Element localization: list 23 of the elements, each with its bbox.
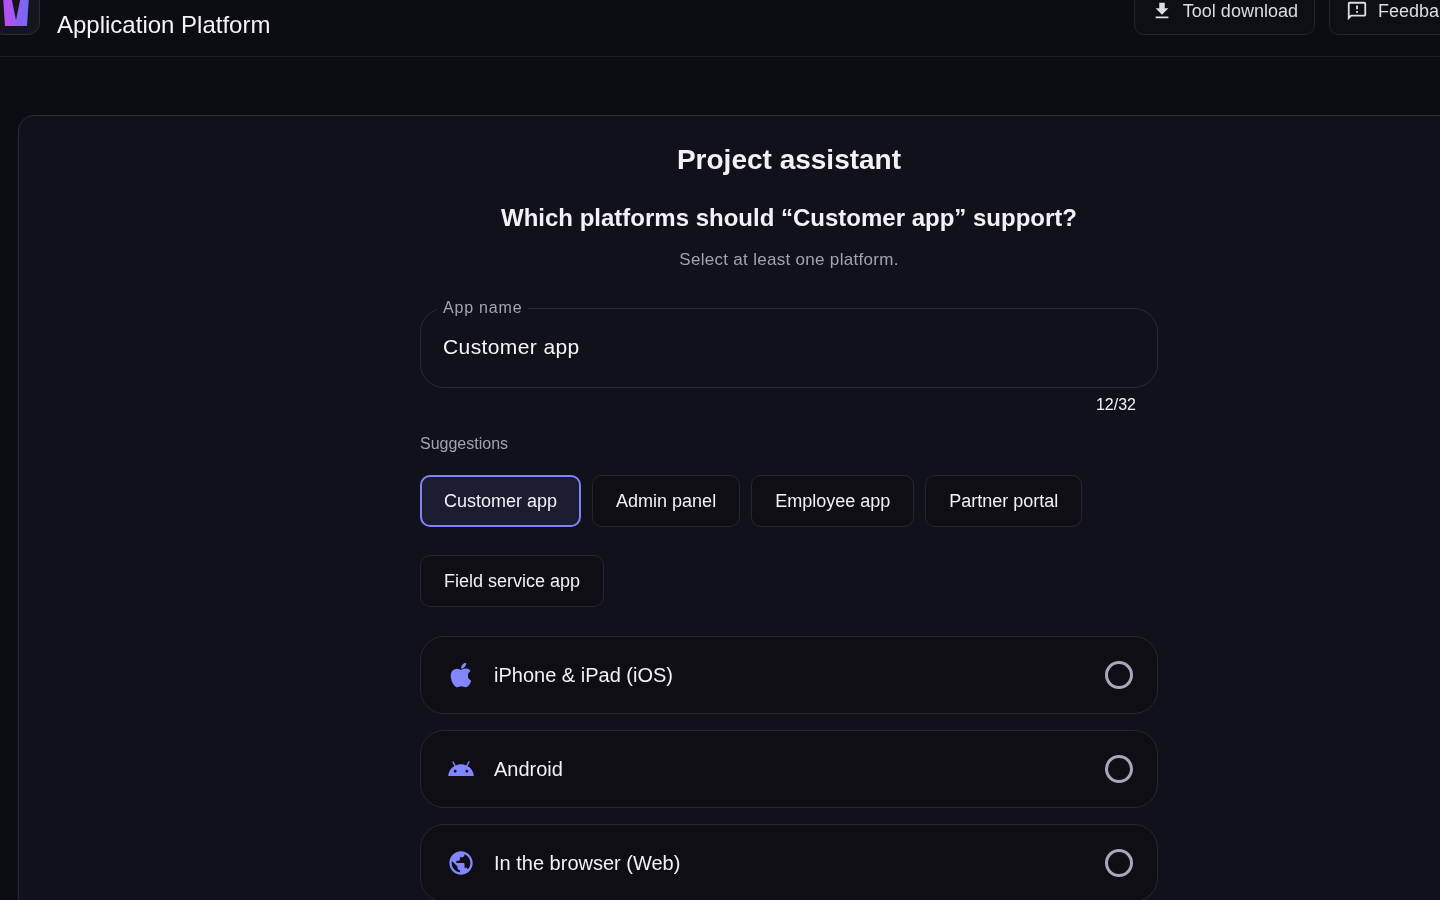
hint-text: Select at least one platform. xyxy=(678,249,900,271)
suggestion-chip[interactable]: Customer app xyxy=(420,475,582,527)
suggestion-chip[interactable]: Field service app xyxy=(420,555,605,607)
platform-option[interactable]: In the browser (Web) xyxy=(420,824,1158,900)
app-name-field[interactable]: App name Customer app xyxy=(420,298,1158,388)
suggestion-chip[interactable]: Admin panel xyxy=(592,475,741,527)
feedback-icon xyxy=(1345,0,1368,22)
suggestions-label: Suggestions xyxy=(420,434,510,454)
character-counter: 12/32 xyxy=(1095,395,1136,415)
header-button[interactable]: Tool download xyxy=(1133,0,1315,35)
suggestion-chip[interactable]: Employee app xyxy=(751,475,915,527)
header-button[interactable]: Feedba xyxy=(1328,0,1440,35)
globe-icon xyxy=(447,849,475,877)
suggestion-chip[interactable]: Partner portal xyxy=(925,475,1083,527)
field-label: App name xyxy=(442,298,524,318)
app-title: Application Platform xyxy=(57,10,271,40)
radio-button[interactable] xyxy=(1105,661,1133,689)
question-heading: Which platforms should “Customer app” support? xyxy=(500,203,1078,233)
radio-button[interactable] xyxy=(1105,849,1133,877)
platform-option[interactable]: Android xyxy=(420,730,1158,808)
card-title: Project assistant xyxy=(675,143,903,177)
platform-option[interactable]: iPhone & iPad (iOS) xyxy=(420,636,1158,714)
radio-button[interactable] xyxy=(1105,755,1133,783)
